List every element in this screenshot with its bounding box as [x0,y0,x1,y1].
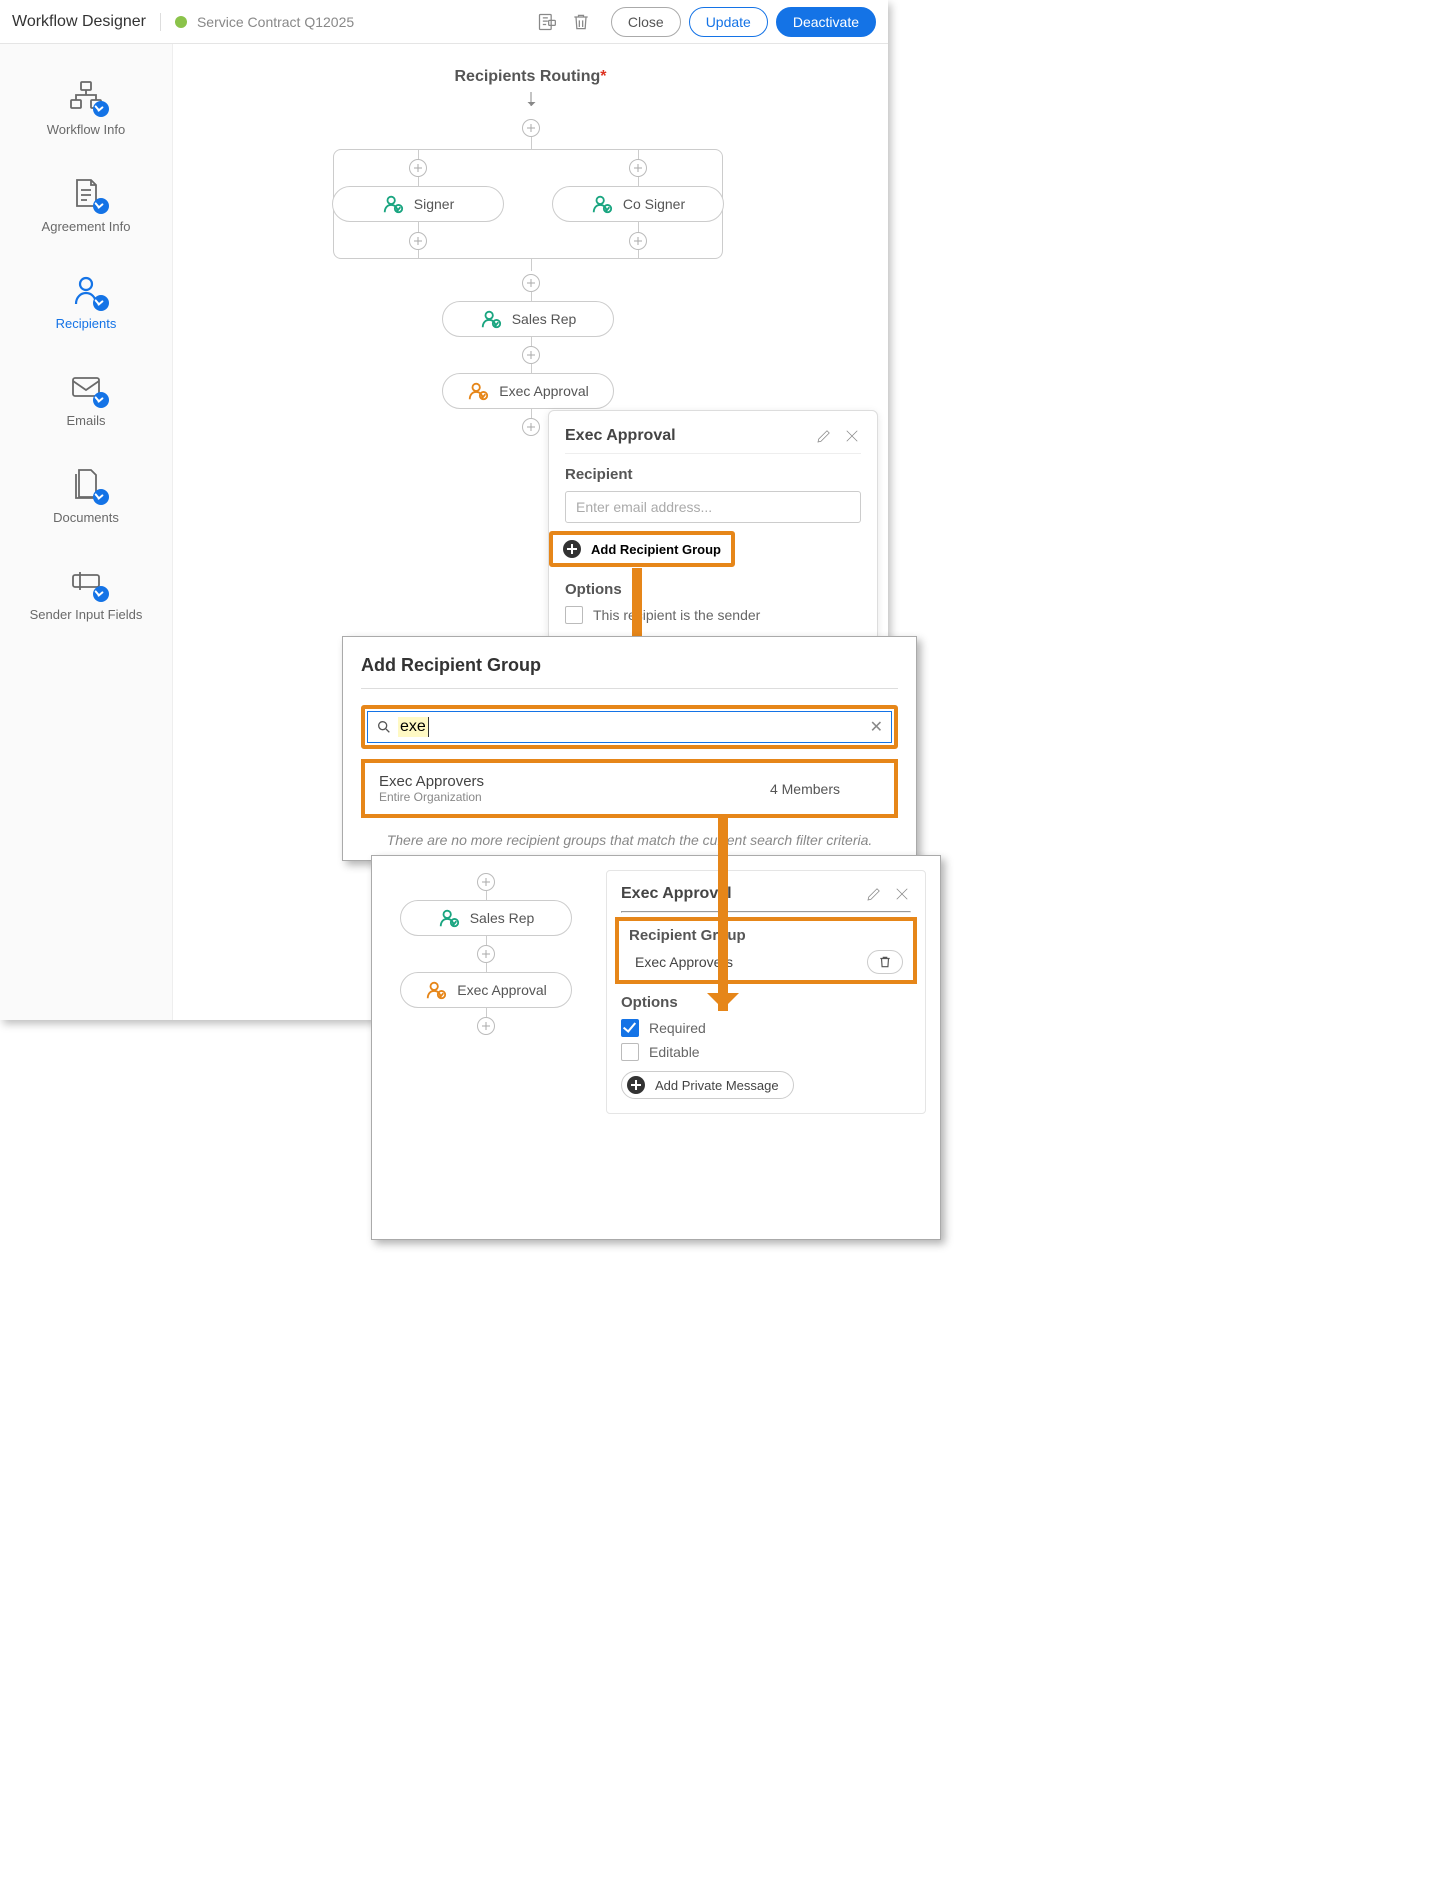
workflow-name: Service Contract Q12025 [197,14,537,30]
modal-title: Add Recipient Group [361,655,898,676]
status-dot-icon [175,16,187,28]
recipient-group-panel: Sales Rep Exec Approval Exec Approval Re… [371,855,941,1240]
sidebar: Workflow Info Agreement Info Recipients … [0,44,172,1020]
sidebar-item-label: Emails [66,413,105,428]
clear-search-icon[interactable]: ✕ [870,717,883,737]
email-field[interactable] [565,491,861,523]
group-search-input[interactable]: exe ✕ [367,711,892,743]
add-group-modal: Add Recipient Group exe ✕ Exec Approvers… [342,636,917,861]
template-icon[interactable] [537,12,557,32]
sidebar-item-emails[interactable]: Emails [0,355,172,452]
sidebar-item-label: Recipients [56,316,117,331]
add-private-message-button[interactable]: Add Private Message [621,1071,794,1099]
add-node-button[interactable] [629,232,647,250]
option-required-checkbox[interactable]: Required [621,1019,911,1037]
sidebar-item-label: Workflow Info [47,122,126,137]
recipient-node-exec[interactable]: Exec Approval [442,373,614,409]
add-node-button[interactable] [522,418,540,436]
sidebar-item-documents[interactable]: Documents [0,452,172,549]
panel-title: Exec Approval [565,427,805,445]
option-sender-checkbox[interactable]: This recipient is the sender [565,606,861,624]
recipient-node-salesrep[interactable]: Sales Rep [400,900,572,936]
close-icon[interactable] [843,427,861,445]
callout-arrow-icon [718,816,728,1011]
trash-icon[interactable] [571,12,591,32]
sidebar-item-workflow-info[interactable]: Workflow Info [0,64,172,161]
edit-icon[interactable] [815,427,833,445]
add-node-button[interactable] [522,119,540,137]
recipient-node-cosigner[interactable]: Co Signer [552,186,724,222]
app-header: Workflow Designer Service Contract Q1202… [0,0,888,44]
options-label: Options [565,581,861,598]
search-icon [376,719,392,735]
add-recipient-group-button[interactable]: Add Recipient Group [549,531,735,567]
add-node-button[interactable] [409,159,427,177]
add-node-button[interactable] [629,159,647,177]
add-node-button[interactable] [477,873,495,891]
remove-group-button[interactable] [867,950,903,974]
routing-title: Recipients Routing* [173,68,888,86]
no-more-results-text: There are no more recipient groups that … [361,832,898,848]
close-icon[interactable] [893,885,911,903]
sidebar-item-agreement-info[interactable]: Agreement Info [0,161,172,258]
options-label: Options [621,994,911,1011]
recipient-label: Recipient [565,466,861,483]
add-node-button[interactable] [477,945,495,963]
update-button[interactable]: Update [689,7,768,37]
group-result-row[interactable]: Exec Approvers Entire Organization 4 Mem… [361,759,898,818]
recipient-group-value: Exec Approvers [629,954,867,970]
add-node-button[interactable] [477,1017,495,1035]
sidebar-item-label: Agreement Info [42,219,131,234]
trash-icon [878,955,892,969]
plus-circle-icon [563,540,581,558]
add-node-button[interactable] [409,232,427,250]
recipient-panel: Exec Approval Recipient Add Recipient Gr… [548,410,878,641]
sidebar-item-label: Sender Input Fields [30,607,143,622]
add-node-button[interactable] [522,274,540,292]
add-node-button[interactable] [522,346,540,364]
plus-circle-icon [627,1076,645,1094]
option-editable-checkbox[interactable]: Editable [621,1043,911,1061]
recipient-node-salesrep[interactable]: Sales Rep [442,301,614,337]
edit-icon[interactable] [865,885,883,903]
app-title: Workflow Designer [12,13,161,31]
deactivate-button[interactable]: Deactivate [776,7,876,37]
sidebar-item-recipients[interactable]: Recipients [0,258,172,355]
recipient-node-signer[interactable]: Signer [332,186,504,222]
recipient-node-exec[interactable]: Exec Approval [400,972,572,1008]
close-button[interactable]: Close [611,7,681,37]
panel-title: Exec Approval [621,885,855,903]
sidebar-item-label: Documents [53,510,119,525]
recipient-group-label: Recipient Group [629,927,903,944]
sidebar-item-sender-input-fields[interactable]: Sender Input Fields [0,549,172,646]
